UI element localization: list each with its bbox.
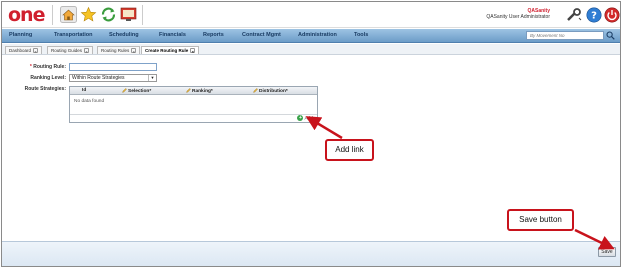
main-nav: Planning Transportation Scheduling Finan… bbox=[2, 29, 620, 43]
nav-reports[interactable]: Reports bbox=[203, 32, 224, 38]
nav-planning[interactable]: Planning bbox=[9, 32, 32, 38]
tab-bar: Dashboard × Routing Guides × Routing Rules… bbox=[2, 44, 620, 55]
tab-label: Dashboard bbox=[9, 48, 32, 53]
add-link[interactable]: + Add bbox=[297, 115, 313, 123]
one-logo[interactable]: one bbox=[8, 4, 48, 26]
header: one QASanity QASanity User Administrator bbox=[2, 2, 620, 28]
tab-routing-rules[interactable]: Routing Rules × bbox=[97, 46, 141, 54]
svg-text:?: ? bbox=[591, 11, 597, 22]
home-icon[interactable] bbox=[60, 6, 77, 23]
col-ranking[interactable]: Ranking* bbox=[186, 88, 213, 94]
ranking-level-value: Within Route Strategies bbox=[72, 75, 125, 81]
movement-search-input[interactable]: By Movement No bbox=[526, 31, 604, 40]
app-window: one QASanity QASanity User Administrator bbox=[1, 1, 621, 267]
header-divider bbox=[52, 5, 53, 25]
chevron-down-icon[interactable]: ▼ bbox=[148, 75, 156, 81]
wrench-icon[interactable] bbox=[566, 7, 582, 23]
nav-financials[interactable]: Financials bbox=[159, 32, 186, 38]
pencil-icon bbox=[186, 88, 191, 93]
save-button[interactable]: Save bbox=[598, 247, 616, 257]
nav-scheduling[interactable]: Scheduling bbox=[109, 32, 139, 38]
user-info: QASanity QASanity User Administrator bbox=[486, 8, 550, 20]
tab-create-routing-rule[interactable]: Create Routing Rule × bbox=[141, 46, 200, 54]
add-link-callout: Add link bbox=[325, 139, 374, 161]
pencil-icon bbox=[122, 88, 127, 93]
nav-administration[interactable]: Administration bbox=[298, 32, 337, 38]
grid-header: Id Selection* Ranking* Distribution* bbox=[70, 87, 317, 95]
tab-dashboard[interactable]: Dashboard × bbox=[5, 46, 43, 54]
tab-label: Routing Rules bbox=[101, 48, 130, 53]
col-selection[interactable]: Selection* bbox=[122, 88, 151, 94]
power-icon[interactable] bbox=[604, 7, 620, 23]
routing-rule-label: * Routing Rule: bbox=[29, 64, 66, 70]
ranking-level-select[interactable]: Within Route Strategies ▼ bbox=[69, 74, 157, 82]
plus-icon: + bbox=[297, 115, 304, 121]
close-icon[interactable]: × bbox=[190, 48, 196, 54]
tab-label: Create Routing Rule bbox=[145, 48, 189, 53]
route-strategies-grid: Id Selection* Ranking* Distribution* No … bbox=[69, 86, 318, 123]
close-icon[interactable]: × bbox=[33, 48, 39, 54]
tab-label: Routing Guides bbox=[51, 48, 83, 53]
nav-tools[interactable]: Tools bbox=[354, 32, 368, 38]
nav-contract-mgmt[interactable]: Contract Mgmt bbox=[242, 32, 281, 38]
col-distribution[interactable]: Distribution* bbox=[253, 88, 288, 94]
save-button-callout: Save button bbox=[507, 209, 574, 231]
star-icon[interactable] bbox=[80, 6, 97, 23]
header-divider bbox=[142, 5, 143, 25]
footer-bar bbox=[2, 241, 620, 266]
grid-footer: + Add bbox=[70, 114, 317, 122]
help-icon[interactable]: ? bbox=[586, 7, 602, 23]
tab-routing-guides[interactable]: Routing Guides × bbox=[47, 46, 94, 54]
route-strategies-label: Route Strategies: bbox=[24, 86, 66, 92]
refresh-icon[interactable] bbox=[100, 6, 117, 23]
no-data-message: No data found bbox=[74, 99, 105, 104]
col-id[interactable]: Id bbox=[82, 88, 86, 93]
search-icon[interactable] bbox=[606, 31, 615, 40]
close-icon[interactable]: × bbox=[131, 48, 137, 54]
routing-rule-input[interactable] bbox=[69, 63, 157, 71]
monitor-icon[interactable] bbox=[120, 6, 137, 23]
ranking-level-label: Ranking Level: bbox=[30, 75, 66, 81]
close-icon[interactable]: × bbox=[84, 48, 90, 54]
pencil-icon bbox=[253, 88, 258, 93]
user-role: QASanity User Administrator bbox=[486, 14, 550, 20]
nav-transportation[interactable]: Transportation bbox=[54, 32, 93, 38]
